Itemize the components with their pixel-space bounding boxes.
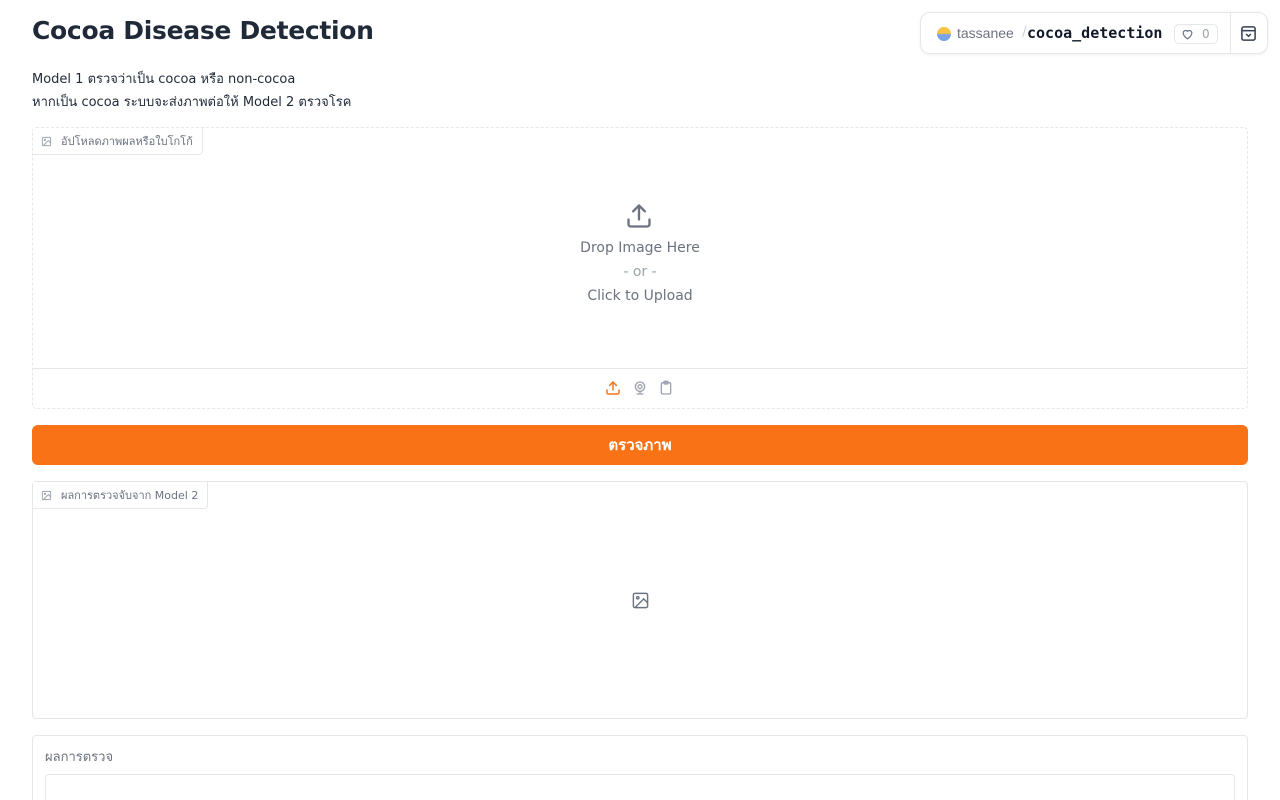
- heart-icon: [1182, 29, 1193, 40]
- result-label: ผลการตรวจ: [45, 750, 114, 765]
- space-owner-link[interactable]: tassanee: [957, 25, 1014, 41]
- output-image-label-text: ผลการตรวจจับจาก Model 2: [61, 489, 199, 502]
- description-line-1: Model 1 ตรวจว่าเป็น cocoa หรือ non-cocoa: [32, 72, 296, 87]
- upload-label-text: อัปโหลดภาพผลหรือใบโกโก้: [61, 135, 193, 148]
- image-icon: [41, 490, 52, 500]
- space-badge: tassanee / cocoa_detection 0: [920, 12, 1268, 54]
- check-image-button[interactable]: ตรวจภาพ: [32, 425, 1248, 465]
- result-textbox[interactable]: [45, 774, 1235, 800]
- image-placeholder-icon: [632, 592, 649, 609]
- result-panel: ผลการตรวจ: [32, 735, 1248, 800]
- image-upload: Drop Image Here - or - Click to Upload อ…: [32, 127, 1248, 409]
- output-image: ผลการตรวจจับจาก Model 2: [32, 481, 1248, 719]
- description-line-2: หากเป็น cocoa ระบบจะส่งภาพต่อให้ Model 2…: [32, 95, 352, 110]
- like-button[interactable]: 0: [1174, 24, 1218, 44]
- like-count: 0: [1202, 27, 1210, 41]
- owner-avatar[interactable]: [937, 27, 951, 41]
- space-repo-link[interactable]: cocoa_detection: [1027, 24, 1162, 42]
- drop-image-text: Drop Image Here: [580, 240, 700, 256]
- image-icon: [41, 136, 52, 146]
- upload-source-toolbar: [33, 368, 1247, 408]
- upload-arrow-icon: [627, 204, 651, 228]
- page-title: Cocoa Disease Detection: [32, 16, 374, 45]
- upload-label: อัปโหลดภาพผลหรือใบโกโก้: [33, 128, 203, 155]
- path-separator: /: [1022, 24, 1027, 40]
- upload-icon[interactable]: [605, 380, 621, 396]
- output-image-label: ผลการตรวจจับจาก Model 2: [33, 482, 209, 509]
- or-separator-text: - or -: [623, 264, 657, 280]
- image-drop-zone[interactable]: Drop Image Here - or - Click to Upload: [33, 128, 1247, 368]
- click-to-upload-text: Click to Upload: [587, 288, 693, 304]
- description: Model 1 ตรวจว่าเป็น cocoa หรือ non-cocoa…: [32, 68, 351, 114]
- badge-divider: [1230, 13, 1231, 53]
- collapse-header-icon[interactable]: [1240, 25, 1257, 42]
- clipboard-icon[interactable]: [658, 380, 674, 396]
- webcam-icon[interactable]: [632, 380, 648, 396]
